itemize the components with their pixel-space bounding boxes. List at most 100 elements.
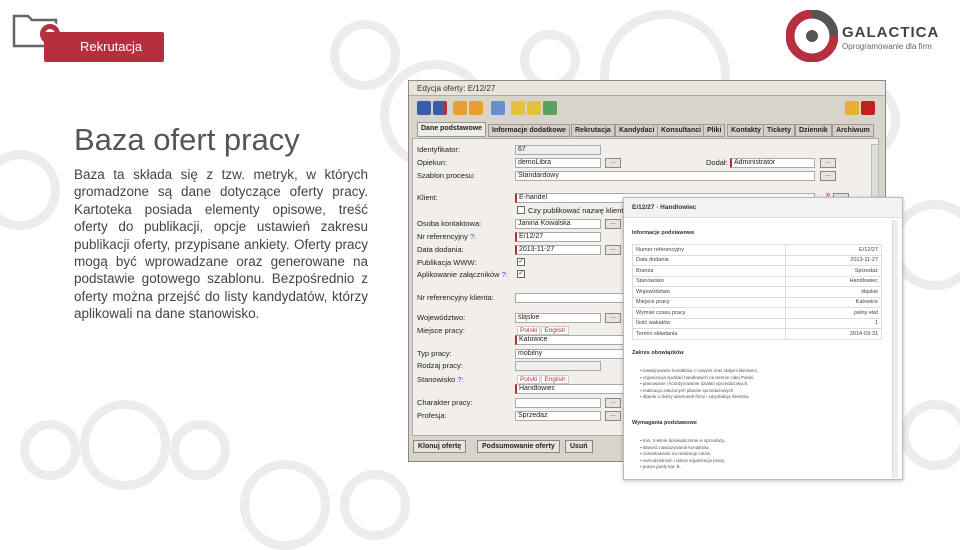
osoba-select-button[interactable]: ... [605,219,621,229]
edit-icon[interactable] [491,101,505,115]
label-charakter-pracy: Charakter pracy: [417,398,473,407]
back-arrow-icon[interactable] [453,101,467,115]
popup-scrollbar[interactable] [892,220,898,478]
tab-kontakty[interactable]: Kontakty [727,124,765,137]
lang-tab-polski[interactable]: Polski [517,375,541,384]
table-row: Ilość wakatów 1 [632,317,883,329]
wojewodztwo-field[interactable]: śląskie [515,313,601,323]
miejsce-lang-tabs[interactable]: Polski English [517,326,570,335]
save-icon[interactable] [417,101,431,115]
lang-tab-english[interactable]: English [541,375,569,384]
table-row: Stanowisko Handlowiec [632,275,883,287]
label-nr-ref-klienta: Nr referencyjny klienta: [417,293,494,302]
label-miejsce-pracy: Miejsce pracy: [417,326,465,335]
label-profesja: Profesja: [417,411,447,420]
slide-title: Baza ofert pracy [74,122,300,157]
aplikowanie-checkbox[interactable]: ✓ [517,270,525,278]
data-dodania-field[interactable]: 2013-11-27 [515,245,601,255]
tab-tickety[interactable]: Tickety [763,124,795,137]
table-row: Miejsce pracy Katowice [632,296,883,308]
tab-dziennik[interactable]: Dziennik [795,124,832,137]
logo-subtitle: Oprogramowanie dla firm [842,42,932,51]
requirements-list: min. 2-letnie doświadczenie w sprzedaży,… [640,438,725,471]
charakter-select-button[interactable]: ... [605,398,621,408]
szablon-field[interactable]: Standardowy [515,171,815,181]
slide-description: Baza ta składa się z tzw. metryk, w któr… [74,167,368,322]
dodal-select-button[interactable]: ... [820,158,836,168]
label-aplikowanie: Aplikowanie załączników ?: [417,270,508,279]
tab-kandydaci[interactable]: Kandydaci [615,124,659,137]
duties-list: nawiązywanie kontaktów z nowymi oraz sta… [640,368,758,401]
tab-rekrutacja[interactable]: Rekrutacja [571,124,615,137]
decor-circle [330,20,400,90]
label-czy-publikowac: Czy publikować nazwę klienta [528,206,628,215]
label-szablon: Szablon procesu: [417,171,475,180]
offer-summary-button[interactable]: Podsumowanie oferty [477,440,560,453]
close-icon[interactable] [861,101,875,115]
offer-summary-popup: E/12/27 · Handlowiec Informacje podstawo… [623,197,903,480]
clone-offer-button[interactable]: Klonuj ofertę [413,440,467,453]
profesja-select-button[interactable]: ... [605,411,621,421]
calendar-button[interactable]: ... [605,245,621,255]
label-osoba-kontaktowa: Osoba kontaktowa: [417,219,482,228]
osoba-kontaktowa-field[interactable]: Janina Kowalska [515,219,601,229]
label-klient: Klient: [417,193,438,202]
tab-informacje-dodatkowe[interactable]: Informacje dodatkowe [488,124,570,137]
list-item: dbanie o dobry wizerunek firmy i satysfa… [640,394,758,401]
list-item: nawiązywanie kontaktów z nowymi oraz sta… [640,368,758,375]
forward-arrow-icon[interactable] [469,101,483,115]
tab-archiwum[interactable]: Archiwum [832,124,874,137]
lock-icon[interactable] [845,101,859,115]
label-dodal: Dodał: [706,158,728,167]
tab-konsultanci[interactable]: Konsultanci [657,124,706,137]
tab-bar: Dane podstawowe Informacje dodatkowe Rek… [417,122,877,138]
list-item: planowanie i koordynowanie działań sprze… [640,381,758,388]
popup-header: E/12/27 · Handlowiec [624,198,902,218]
stanowisko-field[interactable]: Handlowiec [515,384,625,394]
delete-button[interactable]: Usuń [565,440,593,453]
label-rodzaj-pracy: Rodzaj pracy: [417,361,463,370]
nr-ref-klienta-field[interactable] [515,293,625,303]
publikacja-www-checkbox[interactable]: ✓ [517,258,525,266]
opiekun-select-button[interactable]: ... [605,158,621,168]
table-row: Województwo śląskie [632,286,883,298]
opiekun-field[interactable]: demoLibra [515,158,601,168]
decor-circle [900,400,960,470]
label-identyfikator: Identyfikator: [417,145,460,154]
nr-referencyjny-field[interactable]: E/12/27 [515,232,601,242]
miejsce-pracy-field[interactable]: Katowice [515,335,625,345]
save-close-icon[interactable] [433,101,447,115]
pencil-icon[interactable] [511,101,525,115]
lang-tab-polski[interactable]: Polski [517,326,541,335]
label-data-dodania: Data dodania: [417,245,464,254]
decor-circle [240,460,330,550]
szablon-select-button[interactable]: ... [820,171,836,181]
pencil-add-icon[interactable] [527,101,541,115]
decor-circle [170,420,230,480]
czy-publikowac-checkbox[interactable] [517,206,525,214]
profesja-field[interactable]: Sprzedaż [515,411,601,421]
decor-circle [20,420,80,480]
label-nr-referencyjny: Nr referencyjny ?: [417,232,477,241]
identyfikator-field[interactable]: 67 [515,145,601,155]
wojewodztwo-select-button[interactable]: ... [605,313,621,323]
export-icon[interactable] [543,101,557,115]
label-typ-pracy: Typ pracy: [417,349,452,358]
section-tag: Rekrutacja [44,32,164,62]
logo-name: GALACTICA [842,24,940,41]
rodzaj-pracy-field[interactable] [515,361,601,371]
charakter-pracy-field[interactable] [515,398,601,408]
lang-tab-english[interactable]: English [541,326,569,335]
stanowisko-lang-tabs[interactable]: Polski English [517,375,570,384]
tab-pliki[interactable]: Pliki [703,124,726,137]
galactica-logo: GALACTICA Oprogramowanie dla firm [786,10,956,62]
table-row: Data dodania 2013-11-27 [632,254,883,266]
tab-dane-podstawowe[interactable]: Dane podstawowe [417,122,487,137]
list-item: min. 2-letnie doświadczenie w sprzedaży, [640,438,725,445]
popup-section-info: Informacje podstawowe [632,230,695,236]
dodal-field[interactable]: Administrator [730,158,815,168]
window-title: Edycja oferty: E/12/27 [409,81,885,96]
label-opiekun: Opiekun: [417,158,448,167]
typ-pracy-field[interactable]: mobilny [515,349,625,359]
table-row: Termin składania 2014-03-31 [632,328,883,340]
